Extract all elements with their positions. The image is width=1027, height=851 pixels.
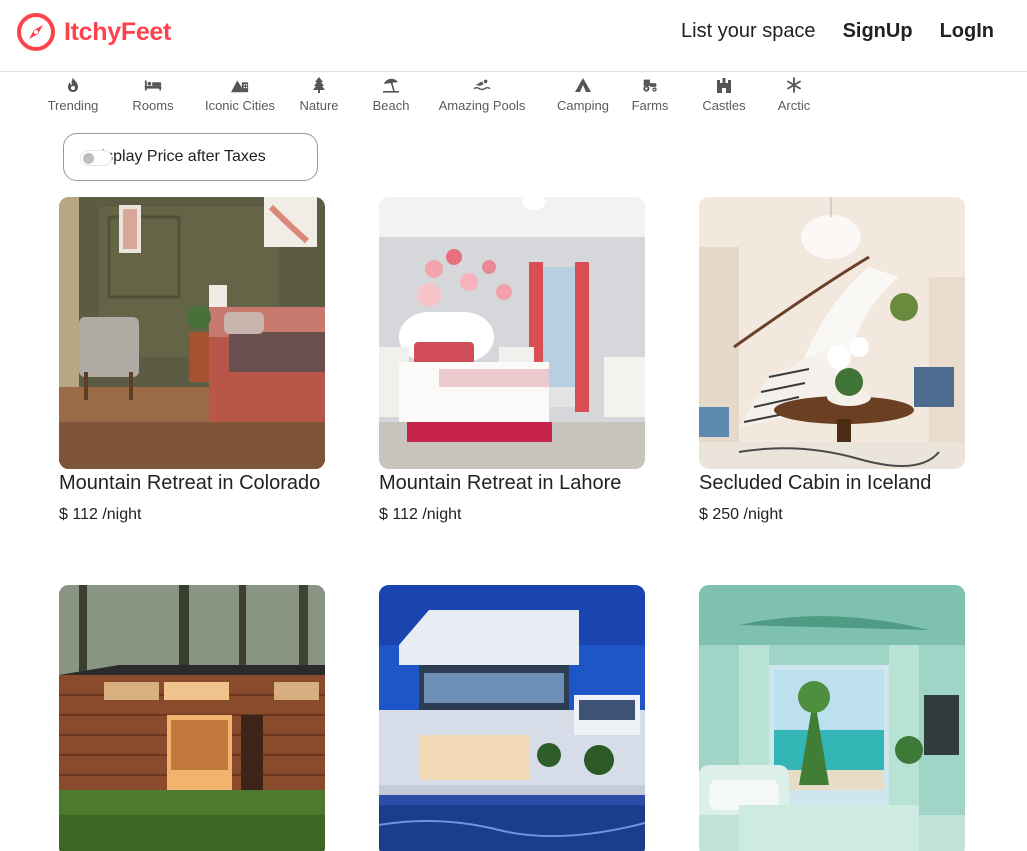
listing-title[interactable]: Mountain Retreat in Lahore <box>379 471 645 495</box>
navbar: ItchyFeet List your space SignUp LogIn <box>0 0 1027 72</box>
listing-card[interactable]: Secluded Cabin in Iceland $ 250 /night <box>699 197 965 524</box>
filter-nature[interactable]: Nature <box>293 76 345 113</box>
tree-icon <box>310 76 328 94</box>
filter-iconic-cities[interactable]: Iconic Cities <box>201 76 279 113</box>
listing-card[interactable]: Mountain Retreat in Colorado $ 112 /nigh… <box>59 197 325 524</box>
listing-title[interactable]: Mountain Retreat in Colorado <box>59 471 325 495</box>
listing-price: $ 112 /night <box>59 506 142 523</box>
nav-links: List your space SignUp LogIn <box>681 20 994 43</box>
brand-name: ItchyFeet <box>64 17 172 46</box>
filter-farms[interactable]: Farms <box>629 76 671 113</box>
filter-rooms[interactable]: Rooms <box>117 76 189 113</box>
snowflake-icon <box>785 76 803 94</box>
listing-image-modern-bedroom <box>59 197 325 469</box>
tax-toggle-box: Display Price after Taxes <box>63 133 318 181</box>
listing-image[interactable] <box>59 197 325 469</box>
login-link[interactable]: LogIn <box>940 20 994 43</box>
listing-image[interactable] <box>699 585 965 851</box>
switch-knob <box>83 153 94 164</box>
listing-image[interactable] <box>379 585 645 851</box>
bed-icon <box>144 76 162 94</box>
listing-card[interactable] <box>379 585 645 851</box>
listing-image-floral-bedroom <box>379 197 645 469</box>
filter-trending[interactable]: Trending <box>45 76 101 113</box>
mountain-city-icon <box>231 76 249 94</box>
listing-image[interactable] <box>699 197 965 469</box>
listing-title[interactable]: Secluded Cabin in Iceland <box>699 471 965 495</box>
tax-toggle-switch[interactable] <box>80 150 112 166</box>
person-swimming-icon <box>473 76 491 94</box>
campground-icon <box>574 76 592 94</box>
listing-card[interactable] <box>59 585 325 851</box>
list-your-space-link[interactable]: List your space <box>681 20 816 43</box>
listing-card[interactable] <box>699 585 965 851</box>
listing-image[interactable] <box>379 197 645 469</box>
listing-card[interactable]: Mountain Retreat in Lahore $ 112 /night <box>379 197 645 524</box>
brand-logo-link[interactable]: ItchyFeet <box>16 12 171 52</box>
listing-image[interactable] <box>59 585 325 851</box>
tractor-icon <box>641 76 659 94</box>
listing-image-grand-staircase <box>699 197 965 469</box>
listing-price: $ 250 /night <box>699 506 783 523</box>
fire-icon <box>64 76 82 94</box>
compass-icon <box>16 12 56 52</box>
filter-camping[interactable]: Camping <box>553 76 613 113</box>
category-filters: Trending Rooms Iconic Cities Nature Beac… <box>45 76 815 113</box>
signup-link[interactable]: SignUp <box>843 20 913 43</box>
filter-castles[interactable]: Castles <box>699 76 749 113</box>
filter-arctic[interactable]: Arctic <box>773 76 815 113</box>
listing-image-tiny-cabin <box>59 585 325 851</box>
umbrella-beach-icon <box>382 76 400 94</box>
listing-price: $ 112 /night <box>379 506 462 523</box>
listing-image-modern-villa <box>379 585 645 851</box>
castle-icon <box>715 76 733 94</box>
tax-toggle-label: Display Price after Taxes <box>90 148 266 165</box>
filter-amazing-pools[interactable]: Amazing Pools <box>437 76 527 113</box>
listing-image-mint-bedroom <box>699 585 965 851</box>
filter-beach[interactable]: Beach <box>365 76 417 113</box>
